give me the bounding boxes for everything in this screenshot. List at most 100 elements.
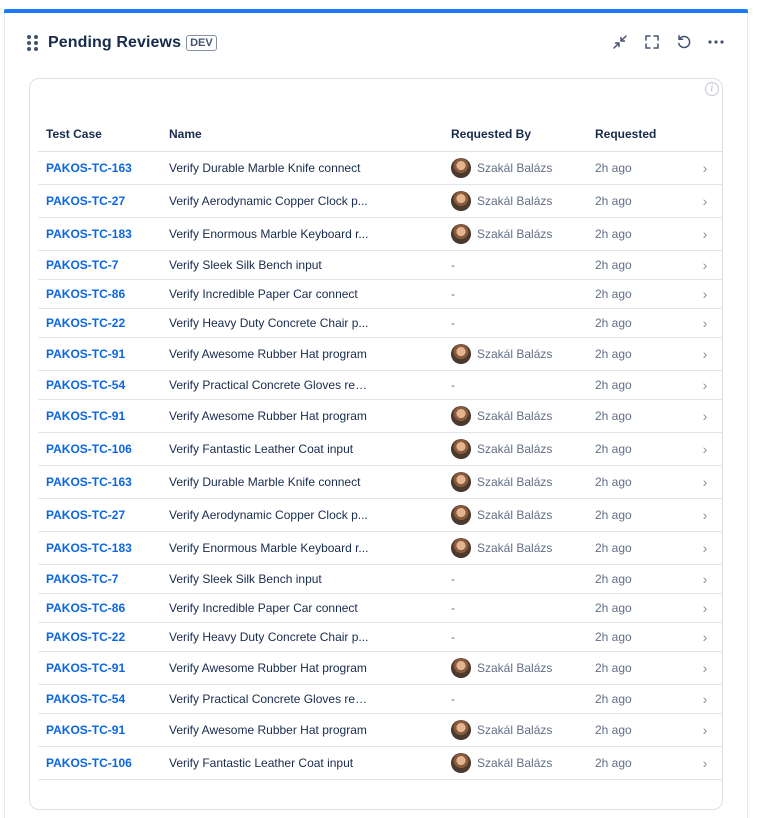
chevron-right-icon[interactable]: › [687,217,723,251]
header-requested-by[interactable]: Requested By [451,116,595,152]
chevron-right-icon[interactable]: › [687,622,723,652]
chevron-right-icon[interactable]: › [687,308,723,338]
chevron-right-icon[interactable]: › [687,184,723,218]
chevron-right-icon[interactable]: › [687,593,723,623]
requested-time: 2h ago [595,184,687,218]
requested-time: 2h ago [595,746,687,780]
table-row[interactable]: PAKOS-TC-22 Verify Heavy Duty Concrete Ch… [38,622,723,652]
requested-time: 2h ago [595,250,687,280]
requested-by-cell: - [451,279,595,309]
table-row[interactable]: PAKOS-TC-91 Verify Awesome Rubber Hat pro… [38,651,723,685]
table-row[interactable]: PAKOS-TC-106 Verify Fantastic Leather Coa… [38,432,723,466]
test-case-link[interactable]: PAKOS-TC-106 [46,756,132,770]
header-test-case[interactable]: Test Case [38,116,169,152]
test-case-link[interactable]: PAKOS-TC-86 [46,601,125,615]
requested-time: 2h ago [595,713,687,747]
test-case-link[interactable]: PAKOS-TC-91 [46,409,125,423]
chevron-right-icon[interactable]: › [687,684,723,714]
chevron-right-icon[interactable]: › [687,498,723,532]
requested-by-cell: Szakál Balázs [451,651,595,685]
test-case-link[interactable]: PAKOS-TC-183 [46,227,132,241]
table-row[interactable]: PAKOS-TC-163 Verify Durable Marble Knife … [38,151,723,185]
name-cell: Verify Heavy Duty Concrete Chair p... [169,308,451,338]
chevron-right-icon[interactable]: › [687,250,723,280]
name-cell: Verify Awesome Rubber Hat program [169,713,451,747]
chevron-right-icon[interactable]: › [687,651,723,685]
test-case-link[interactable]: PAKOS-TC-163 [46,161,132,175]
table-row[interactable]: PAKOS-TC-86 Verify Incredible Paper Car c… [38,593,723,623]
table-row[interactable]: PAKOS-TC-91 Verify Awesome Rubber Hat pro… [38,337,723,371]
test-case-cell: PAKOS-TC-7 [38,250,169,280]
test-case-link[interactable]: PAKOS-TC-183 [46,541,132,555]
requester-empty: - [451,287,455,301]
requested-by-cell: Szakál Balázs [451,465,595,499]
table-row[interactable]: PAKOS-TC-163 Verify Durable Marble Knife … [38,465,723,499]
test-case-link[interactable]: PAKOS-TC-27 [46,194,125,208]
header-requested[interactable]: Requested [595,116,687,152]
test-case-link[interactable]: PAKOS-TC-86 [46,287,125,301]
table-row[interactable]: PAKOS-TC-54 Verify Practical Concrete Glo… [38,684,723,714]
chevron-right-icon[interactable]: › [687,465,723,499]
test-case-cell: PAKOS-TC-27 [38,184,169,218]
table-row[interactable]: PAKOS-TC-7 Verify Sleek Silk Bench input -… [38,250,723,280]
test-case-link[interactable]: PAKOS-TC-7 [46,258,118,272]
table-row[interactable]: PAKOS-TC-106 Verify Fantastic Leather Coa… [38,746,723,780]
test-case-name: Verify Aerodynamic Copper Clock p... [169,194,368,208]
chevron-right-icon[interactable]: › [687,337,723,371]
header-name[interactable]: Name [169,116,451,152]
test-case-name: Verify Awesome Rubber Hat program [169,723,367,737]
chevron-right-icon[interactable]: › [687,432,723,466]
table-row[interactable]: PAKOS-TC-27 Verify Aerodynamic Copper Clo… [38,184,723,218]
test-case-link[interactable]: PAKOS-TC-106 [46,442,132,456]
widget-header: Pending Reviews DEV [27,32,217,54]
widget-title: Pending Reviews [48,34,182,51]
test-case-link[interactable]: PAKOS-TC-163 [46,475,132,489]
table-row[interactable]: PAKOS-TC-91 Verify Awesome Rubber Hat pro… [38,399,723,433]
table-row[interactable]: PAKOS-TC-27 Verify Aerodynamic Copper Clo… [38,498,723,532]
chevron-right-icon[interactable]: › [687,713,723,747]
test-case-link[interactable]: PAKOS-TC-91 [46,723,125,737]
test-case-link[interactable]: PAKOS-TC-27 [46,508,125,522]
table-row[interactable]: PAKOS-TC-86 Verify Incredible Paper Car c… [38,279,723,309]
name-cell: Verify Awesome Rubber Hat program [169,651,451,685]
requester: Szakál Balázs [451,191,595,211]
table-row[interactable]: PAKOS-TC-183 Verify Enormous Marble Keybo… [38,217,723,251]
header-actions [687,116,723,152]
table-row[interactable]: PAKOS-TC-7 Verify Sleek Silk Bench input -… [38,564,723,594]
collapse-button[interactable] [606,30,634,54]
test-case-link[interactable]: PAKOS-TC-22 [46,316,125,330]
test-case-link[interactable]: PAKOS-TC-7 [46,572,118,586]
table-row[interactable]: PAKOS-TC-91 Verify Awesome Rubber Hat pro… [38,713,723,747]
widget-accent-bar [4,9,748,13]
avatar [451,191,471,211]
drag-handle-icon[interactable] [27,35,39,51]
test-case-link[interactable]: PAKOS-TC-91 [46,347,125,361]
name-cell: Verify Practical Concrete Gloves reb... [169,684,451,714]
chevron-right-icon[interactable]: › [687,531,723,565]
test-case-cell: PAKOS-TC-86 [38,279,169,309]
chevron-right-icon[interactable]: › [687,746,723,780]
table-row[interactable]: PAKOS-TC-54 Verify Practical Concrete Glo… [38,370,723,400]
name-cell: Verify Durable Marble Knife connect [169,465,451,499]
test-case-link[interactable]: PAKOS-TC-22 [46,630,125,644]
test-case-link[interactable]: PAKOS-TC-54 [46,378,125,392]
test-case-name: Verify Durable Marble Knife connect [169,475,361,489]
test-case-link[interactable]: PAKOS-TC-91 [46,661,125,675]
more-options-button[interactable] [702,30,730,54]
fullscreen-button[interactable] [638,30,666,54]
avatar [451,158,471,178]
chevron-right-icon[interactable]: › [687,279,723,309]
chevron-right-icon[interactable]: › [687,370,723,400]
chevron-right-icon[interactable]: › [687,151,723,185]
table-row[interactable]: PAKOS-TC-183 Verify Enormous Marble Keybo… [38,531,723,565]
test-case-link[interactable]: PAKOS-TC-54 [46,692,125,706]
test-case-cell: PAKOS-TC-163 [38,151,169,185]
info-icon[interactable]: i [705,82,719,96]
refresh-button[interactable] [670,30,698,54]
chevron-right-icon[interactable]: › [687,564,723,594]
name-cell: Verify Awesome Rubber Hat program [169,337,451,371]
table-header-row: Test Case Name Requested By Requested [38,116,723,152]
test-case-cell: PAKOS-TC-22 [38,622,169,652]
table-row[interactable]: PAKOS-TC-22 Verify Heavy Duty Concrete Ch… [38,308,723,338]
chevron-right-icon[interactable]: › [687,399,723,433]
